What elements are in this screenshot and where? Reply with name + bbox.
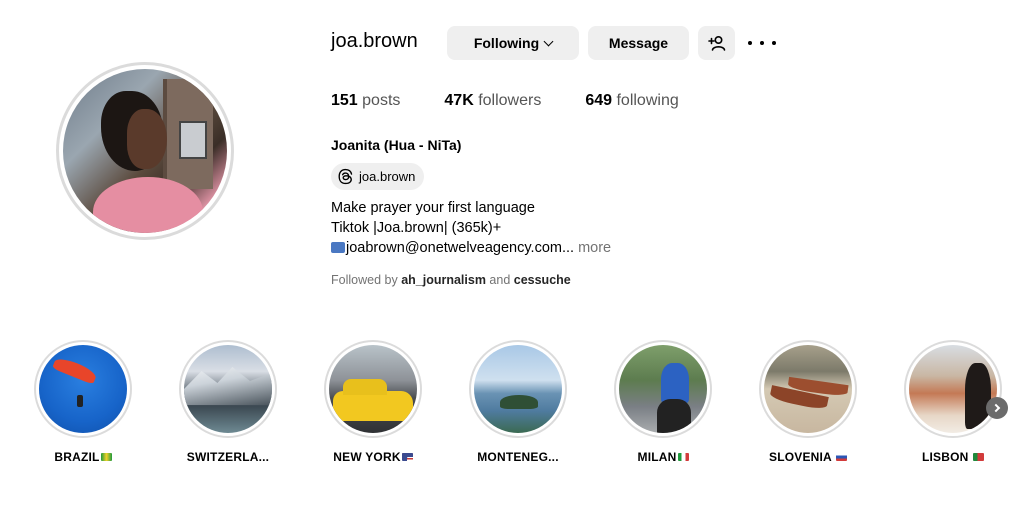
highlight-label: BRAZIL — [33, 450, 133, 464]
stat-posts: 151 posts — [331, 92, 400, 110]
bio-line-1: Make prayer your first language — [331, 200, 535, 216]
following-button[interactable]: Following — [447, 26, 579, 60]
highlight-label: SWITZERLA... — [186, 450, 270, 464]
following-count: 649 — [585, 92, 613, 109]
highlight-ring — [34, 340, 132, 438]
brazil-flag-icon — [100, 453, 112, 461]
bio-line-2: Tiktok |Joa.brown| (365k)+ — [331, 220, 502, 236]
highlight-cover — [184, 345, 272, 433]
highlight-switzerland[interactable]: SWITZERLA... — [178, 340, 278, 464]
followers-count: 47K — [444, 92, 474, 109]
posts-label: posts — [357, 92, 401, 109]
followed-by-joiner: and — [485, 273, 514, 287]
portugal-flag-icon — [973, 453, 985, 461]
stat-followers[interactable]: 47K followers — [444, 92, 541, 110]
bio-more-link[interactable]: more — [574, 240, 611, 256]
profile-bio: Make prayer your first language Tiktok |… — [331, 198, 611, 258]
highlight-new-york[interactable]: NEW YORK — [323, 340, 423, 464]
slovenia-flag-icon — [836, 453, 848, 461]
highlight-label: LISBON — [903, 450, 1003, 464]
inbox-tray-icon — [331, 242, 345, 253]
following-button-label: Following — [473, 35, 540, 51]
highlight-label: NEW YORK — [323, 450, 423, 464]
suggest-accounts-button[interactable] — [698, 26, 735, 60]
followed-by[interactable]: Followed by ah_journalism and cessuche — [331, 273, 571, 287]
threads-handle: joa.brown — [359, 169, 416, 184]
followers-label: followers — [473, 92, 542, 109]
highlight-ring — [179, 340, 277, 438]
highlight-ring — [469, 340, 567, 438]
followed-by-user-2[interactable]: cessuche — [514, 273, 571, 287]
highlight-brazil[interactable]: BRAZIL — [33, 340, 133, 464]
highlight-label: SLOVENIA — [758, 450, 858, 464]
message-button[interactable]: Message — [588, 26, 689, 60]
highlights-next-button[interactable] — [986, 397, 1008, 419]
following-label: following — [612, 92, 679, 109]
more-horizontal-icon — [748, 41, 752, 45]
highlight-cover — [619, 345, 707, 433]
highlight-cover — [764, 345, 852, 433]
profile-avatar-ring[interactable] — [56, 62, 234, 240]
followed-by-user-1[interactable]: ah_journalism — [401, 273, 486, 287]
message-button-label: Message — [608, 35, 669, 51]
stat-following[interactable]: 649 following — [585, 92, 678, 110]
highlight-cover — [909, 345, 997, 433]
italy-flag-icon — [677, 453, 689, 461]
highlight-slovenia[interactable]: SLOVENIA — [758, 340, 858, 464]
highlight-cover — [329, 345, 417, 433]
chevron-down-icon — [543, 36, 554, 46]
add-person-icon — [707, 35, 725, 51]
chevron-right-icon — [991, 403, 1001, 413]
highlight-label: MILAN — [613, 450, 713, 464]
highlight-label: MONTENEG... — [477, 450, 559, 464]
highlight-milan[interactable]: MILAN — [613, 340, 713, 464]
bio-line-3-wrap: joabrown@onetwelveagency.com... more — [331, 238, 611, 258]
more-options-button[interactable] — [748, 34, 776, 52]
bio-line-3: joabrown@onetwelveagency.com... — [346, 240, 575, 256]
highlight-cover — [39, 345, 127, 433]
profile-stats: 151 posts 47K followers 649 following — [331, 92, 723, 110]
posts-count: 151 — [331, 92, 358, 109]
threads-link[interactable]: joa.brown — [331, 163, 425, 190]
avatar[interactable] — [63, 69, 227, 233]
followed-by-prefix: Followed by — [331, 273, 402, 287]
usa-flag-icon — [401, 453, 413, 461]
highlight-ring — [904, 340, 1002, 438]
highlight-cover — [474, 345, 562, 433]
highlight-ring — [759, 340, 857, 438]
profile-full-name: Joanita (Hua - NiTa) — [331, 137, 462, 153]
highlight-ring — [324, 340, 422, 438]
profile-username: joa.brown — [331, 30, 418, 52]
highlight-ring — [614, 340, 712, 438]
threads-icon — [338, 168, 353, 185]
highlight-montenegro[interactable]: MONTENEG... — [468, 340, 568, 464]
